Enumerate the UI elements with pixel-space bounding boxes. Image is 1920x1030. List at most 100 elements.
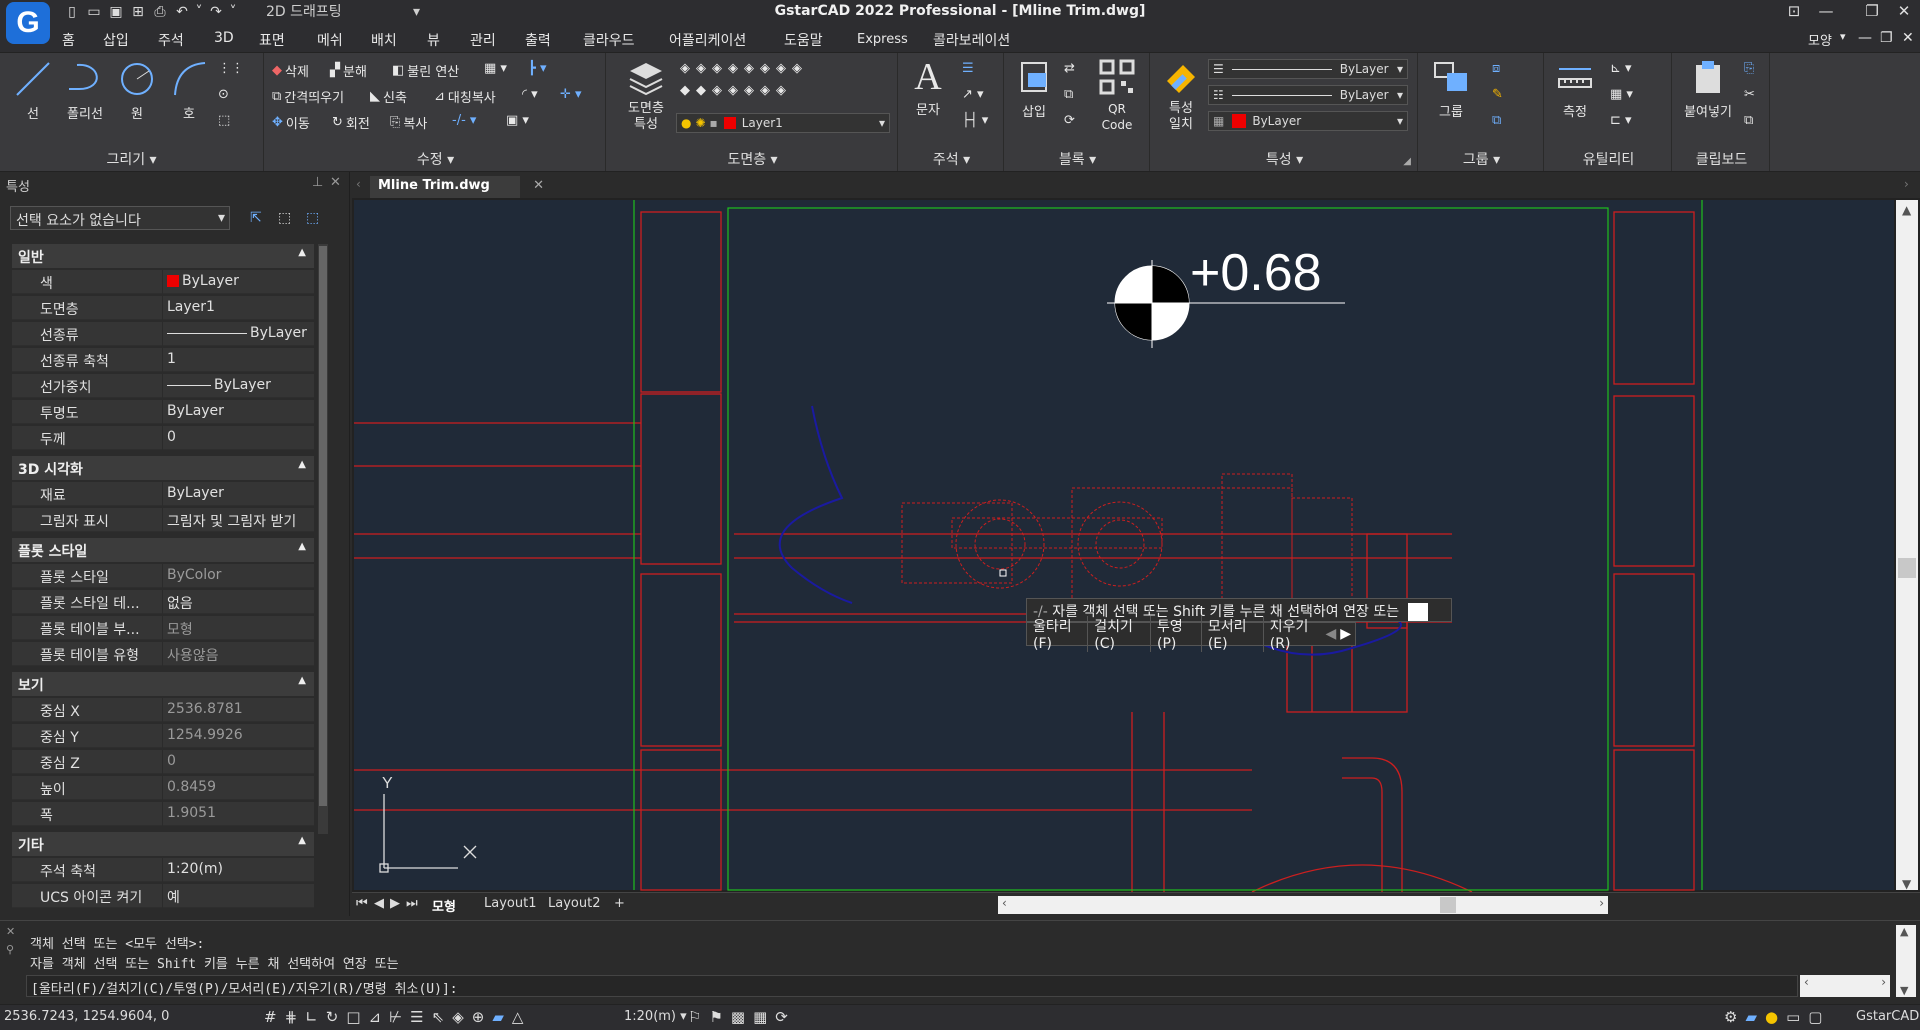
menu-layout[interactable]: 배치 <box>371 30 397 50</box>
close-tab-icon[interactable]: ✕ <box>533 178 544 193</box>
property-value[interactable]: 0 <box>162 426 314 450</box>
menu-manage[interactable]: 관리 <box>470 30 496 50</box>
qrcode-button[interactable]: QR Code <box>1094 57 1140 133</box>
menu-mesh[interactable]: 메쉬 <box>317 30 343 50</box>
menu-output[interactable]: 출력 <box>525 30 551 50</box>
panel-block-title[interactable]: 블록 ▾ <box>1006 149 1149 169</box>
panel-properties-title[interactable]: 특성 ▾ <box>1152 149 1417 169</box>
property-row[interactable]: 도면층 Layer1 <box>12 296 314 320</box>
menu-surface[interactable]: 표면 <box>259 30 285 50</box>
ducs-icon[interactable]: ⊬ <box>389 1008 402 1026</box>
close-icon[interactable]: ✕ <box>330 175 341 190</box>
property-value[interactable]: 없음 <box>162 590 314 614</box>
grid-icon[interactable]: # <box>264 1008 277 1026</box>
menu-annotate[interactable]: 주석 <box>158 30 184 50</box>
property-value[interactable]: ByLayer <box>162 482 314 506</box>
property-row[interactable]: 선종류 축척 1 <box>12 348 314 372</box>
menu-help[interactable]: 도움말 <box>784 30 823 50</box>
otrack-icon[interactable]: ⊿ <box>369 1008 382 1026</box>
auto-scale-icon[interactable]: ⚑ <box>709 1008 722 1026</box>
color-select[interactable]: ▦ ByLayer ▾ <box>1208 111 1408 131</box>
scroll-left-icon[interactable]: ‹ <box>1804 975 1809 989</box>
layer-properties-button[interactable]: 도면층 특성 <box>618 57 674 133</box>
vertical-scrollbar[interactable] <box>1896 200 1918 890</box>
polar-icon[interactable]: ↻ <box>326 1008 339 1026</box>
group-button[interactable]: 그룹 <box>1426 57 1476 120</box>
trim-button[interactable]: ✛ ▾ <box>560 87 582 102</box>
layer-stack-icon[interactable]: ◈ <box>452 1008 464 1026</box>
property-section-header[interactable]: 일반 ▲ <box>12 244 314 268</box>
property-row[interactable]: UCS 아이콘 켜기 예 <box>12 884 314 908</box>
id-point-button[interactable]: ⊾ ▾ <box>1610 61 1632 76</box>
tab-layout1[interactable]: Layout1 <box>484 896 536 911</box>
property-value[interactable]: ByLayer <box>162 322 314 346</box>
minimize-button[interactable]: — <box>1812 0 1840 24</box>
property-section-header[interactable]: 기타 ▲ <box>12 832 314 856</box>
coordinate-display[interactable]: 2536.7243, 1254.9604, 0 <box>4 1009 169 1024</box>
menu-view[interactable]: 뷰 <box>427 30 440 50</box>
property-row[interactable]: 폭 1.9051 <box>12 802 314 826</box>
property-row[interactable]: 중심 X 2536.8781 <box>12 698 314 722</box>
command-hscroll[interactable]: ‹ › <box>1800 975 1890 997</box>
fillet-button[interactable]: ◜ ▾ <box>522 87 538 102</box>
break-button[interactable]: -/- ▾ <box>452 113 476 128</box>
group-select-button[interactable]: ⧉ <box>1492 113 1501 128</box>
scroll-down-icon[interactable]: ▼ <box>1902 877 1912 891</box>
menu-insert[interactable]: 삽입 <box>103 30 129 50</box>
property-value[interactable]: 1:20(m) <box>162 858 314 882</box>
property-value[interactable]: 예 <box>162 884 314 908</box>
open-folder-icon[interactable]: ▭ <box>84 3 104 21</box>
property-value[interactable]: 사용않음 <box>162 642 314 666</box>
ellipse-button[interactable]: ⊙ <box>218 87 229 102</box>
property-row[interactable]: 높이 0.8459 <box>12 776 314 800</box>
minimize-doc-button[interactable]: — <box>1858 30 1872 46</box>
rotate-button[interactable]: ↻ 회전 <box>332 113 370 132</box>
model-canvas[interactable]: +0.68 Y ▲ ▼ <box>352 198 1920 892</box>
erase-button[interactable]: ◆ 삭제 <box>272 61 309 80</box>
panel-layers-title[interactable]: 도면층 ▾ <box>608 149 897 169</box>
prev-layout-icon[interactable]: ◀ <box>374 896 384 911</box>
explode-button[interactable]: ▞ 분해 <box>330 61 367 80</box>
command-input[interactable]: [울타리(F)/걸치기(C)/투영(P)/모서리(E)/지우기(R)/명령 취소… <box>26 975 1798 997</box>
new-file-icon[interactable]: ▯ <box>62 3 82 21</box>
gear-icon[interactable]: ⚙ <box>1724 1008 1737 1026</box>
help-icon[interactable]: ⊡ <box>1780 0 1808 24</box>
text-button[interactable]: A 문자 <box>908 55 948 118</box>
menu-3d[interactable]: 3D <box>214 30 234 46</box>
property-value[interactable]: 모형 <box>162 616 314 640</box>
menu-cloud[interactable]: 클라우드 <box>583 30 635 50</box>
property-row[interactable]: 주석 축척 1:20(m) <box>12 858 314 882</box>
cursor-icon[interactable]: ⇖ <box>432 1008 445 1026</box>
quick-select-button[interactable]: ⊏ ▾ <box>1610 113 1632 128</box>
tab-model[interactable]: 모형 <box>432 896 456 915</box>
calculator-button[interactable]: ▦ ▾ <box>1610 87 1633 102</box>
next-layout-icon[interactable]: ▶ <box>390 896 400 911</box>
block-create-button[interactable]: ⧉ <box>1064 87 1073 102</box>
panel-group-title[interactable]: 그룹 ▾ <box>1420 149 1543 169</box>
leader-button[interactable]: ↗ ▾ <box>962 87 984 102</box>
property-row[interactable]: 중심 Y 1254.9926 <box>12 724 314 748</box>
clean-screen-icon[interactable]: ▢ <box>1808 1008 1822 1026</box>
option-edge[interactable]: 모서리(E) <box>1202 616 1264 652</box>
measure-button[interactable]: 측정 <box>1550 57 1600 120</box>
property-value[interactable]: ByLayer <box>162 270 314 294</box>
property-row[interactable]: 재료 ByLayer <box>12 482 314 506</box>
command-vscroll[interactable]: ▲ ▼ <box>1896 925 1916 997</box>
line-button[interactable]: 선 <box>8 59 58 122</box>
property-value[interactable]: ByLayer <box>162 374 314 398</box>
property-section-header[interactable]: 보기 ▲ <box>12 672 314 696</box>
panel-utility-title[interactable]: 유틸리티 <box>1546 149 1671 169</box>
tab-scroll-right-icon[interactable]: › <box>1904 177 1909 191</box>
close-icon[interactable]: ✕ <box>6 925 15 938</box>
selection-dropdown[interactable]: 선택 요소가 없습니다 ▾ <box>10 206 230 230</box>
refresh-icon[interactable]: ⟳ <box>775 1008 788 1026</box>
scroll-up-icon[interactable]: ▲ <box>1900 925 1908 938</box>
property-row[interactable]: 플롯 스타일 ByColor <box>12 564 314 588</box>
insert-block-button[interactable]: 삽입 <box>1010 57 1058 120</box>
undo-dropdown-icon[interactable]: ˅ <box>194 3 204 21</box>
close-button[interactable]: ✕ <box>1890 0 1918 24</box>
property-row[interactable]: 선종류 ByLayer <box>12 322 314 346</box>
scroll-down-icon[interactable]: ▼ <box>1900 984 1908 997</box>
undo-icon[interactable]: ↶ <box>172 3 192 21</box>
property-value[interactable]: 1254.9926 <box>162 724 314 748</box>
